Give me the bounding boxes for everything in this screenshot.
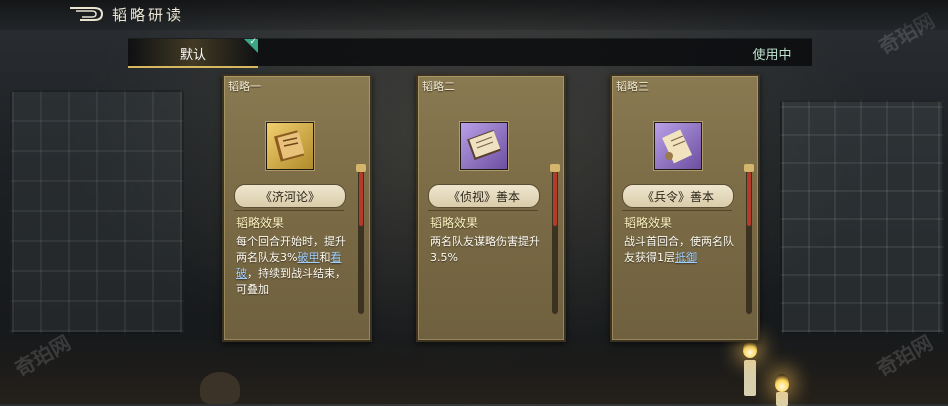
card-tag: 韬略二 bbox=[422, 80, 455, 93]
scrollbar-cap bbox=[356, 164, 366, 172]
watermark: 奇珀网 bbox=[872, 330, 937, 382]
floor bbox=[0, 334, 948, 404]
card-name-box: 《济河论》 bbox=[234, 184, 346, 208]
card-scrollbar[interactable] bbox=[356, 164, 366, 314]
desc-text: 和 bbox=[319, 251, 331, 264]
card-name: 《兵令》善本 bbox=[641, 190, 714, 204]
card-divider bbox=[428, 210, 538, 211]
effect-heading: 韬略效果 bbox=[624, 216, 673, 230]
title-bar: 韬略研读 bbox=[0, 0, 948, 30]
card-scrollbar[interactable] bbox=[550, 164, 560, 314]
candle-flame-left bbox=[743, 340, 757, 358]
desc-text: 两名队友谋略伤害提升3.5% bbox=[430, 235, 540, 264]
card-tag: 韬略一 bbox=[228, 80, 261, 93]
keyword-link[interactable]: 破甲 bbox=[297, 251, 319, 264]
watermark: 奇珀网 bbox=[10, 330, 75, 382]
candle-flame-right bbox=[775, 374, 789, 392]
page-title: 韬略研读 bbox=[112, 6, 185, 24]
in-use-status: 使用中 bbox=[752, 48, 792, 63]
card-tag: 韬略三 bbox=[616, 80, 649, 93]
scroll-book-icon bbox=[266, 122, 314, 170]
card-name: 《济河论》 bbox=[259, 190, 320, 204]
scrollbar-cap bbox=[744, 164, 754, 172]
lattice-window-right bbox=[780, 100, 944, 334]
effect-heading: 韬略效果 bbox=[236, 216, 285, 230]
scrollbar-thumb[interactable] bbox=[359, 172, 363, 226]
check-mark-glyph: ✓ bbox=[249, 37, 257, 47]
tab-default[interactable]: 默认 ✓ bbox=[128, 37, 258, 68]
effect-description: 战斗首回合，使两名队友获得1层抵御 bbox=[624, 234, 740, 266]
scrollbar-cap bbox=[550, 164, 560, 172]
scrollbar-thumb[interactable] bbox=[747, 172, 751, 226]
strategy-card-2[interactable]: 韬略二 《侦视》善本 韬略效果 两名队友谋略伤害提升3.5% bbox=[416, 74, 566, 342]
scroll-book-icon bbox=[460, 122, 508, 170]
card-name: 《侦视》善本 bbox=[447, 190, 520, 204]
effect-heading: 韬略效果 bbox=[430, 216, 479, 230]
scroll-icon bbox=[654, 122, 702, 170]
lattice-window-left bbox=[10, 90, 184, 334]
card-name-box: 《兵令》善本 bbox=[622, 184, 734, 208]
scrollbar-thumb[interactable] bbox=[553, 172, 557, 226]
tab-bar: 默认 ✓ 使用中 bbox=[128, 37, 812, 68]
effect-description: 每个回合开始时，提升两名队友3%破甲和看破，持续到战斗结束，可叠加 bbox=[236, 234, 352, 298]
back-arrow-icon bbox=[70, 7, 104, 21]
card-name-box: 《侦视》善本 bbox=[428, 184, 540, 208]
keyword-link[interactable]: 抵御 bbox=[675, 251, 697, 264]
strategy-card-3[interactable]: 韬略三 《兵令》善本 韬略效果 战斗首回合，使两名队友获得1层抵御 bbox=[610, 74, 760, 342]
candle-left bbox=[744, 360, 756, 396]
strategy-card-1[interactable]: 韬略一 《济河论》 韬略效果 每个回合开始时，提升两名队友3%破甲和看破，持续到… bbox=[222, 74, 372, 342]
card-divider bbox=[622, 210, 732, 211]
tab-default-label: 默认 bbox=[179, 48, 206, 63]
effect-description: 两名队友谋略伤害提升3.5% bbox=[430, 234, 546, 266]
back-button[interactable] bbox=[66, 4, 106, 24]
incense-burner bbox=[200, 372, 240, 404]
card-scrollbar[interactable] bbox=[744, 164, 754, 314]
card-divider bbox=[234, 210, 344, 211]
desc-text: ，持续到战斗结束，可叠加 bbox=[236, 267, 346, 296]
